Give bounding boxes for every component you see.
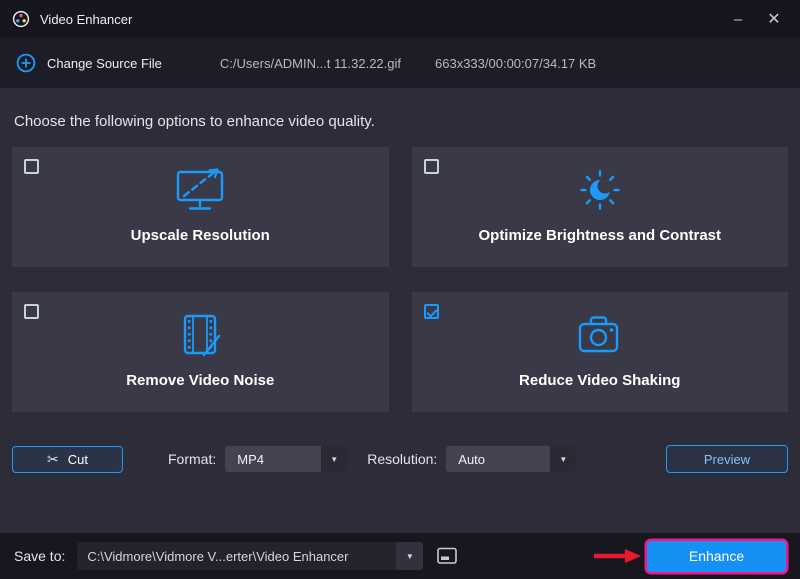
enhance-button[interactable]: Enhance — [647, 541, 786, 572]
video-enhancer-window: Video Enhancer – ✕ Change Source File C:… — [0, 0, 800, 579]
option-label: Optimize Brightness and Contrast — [478, 227, 721, 244]
cut-button[interactable]: ✂ Cut — [12, 446, 123, 473]
main-panel: Choose the following options to enhance … — [0, 88, 800, 533]
resolution-label: Resolution: — [367, 451, 437, 467]
save-to-label: Save to: — [14, 548, 65, 564]
titlebar: Video Enhancer – ✕ — [0, 0, 800, 38]
optimize-brightness-checkbox[interactable] — [424, 159, 439, 174]
save-path-value: C:\Vidmore\Vidmore V...erter\Video Enhan… — [77, 549, 396, 564]
source-bar: Change Source File C:/Users/ADMIN...t 11… — [0, 38, 800, 88]
change-source-file-button[interactable]: Change Source File — [16, 53, 162, 73]
remove-noise-checkbox[interactable] — [24, 304, 39, 319]
option-card-optimize-brightness[interactable]: Optimize Brightness and Contrast — [412, 147, 789, 267]
options-grid: Upscale Resolution — [12, 147, 788, 412]
upscale-monitor-icon — [171, 161, 229, 219]
option-card-upscale-resolution[interactable]: Upscale Resolution — [12, 147, 389, 267]
format-label: Format: — [168, 451, 216, 467]
controls-row: ✂ Cut Format: MP4 ▼ Resolution: Auto ▼ P… — [12, 445, 788, 473]
annotation-red-arrow — [592, 547, 642, 565]
format-dropdown[interactable]: MP4 ▼ — [225, 446, 347, 472]
minimize-button[interactable]: – — [720, 5, 756, 33]
app-reel-icon — [12, 10, 30, 28]
chevron-down-icon: ▼ — [396, 542, 423, 570]
preview-button[interactable]: Preview — [666, 445, 788, 473]
browse-folder-icon — [436, 546, 458, 566]
chevron-down-icon: ▼ — [321, 446, 347, 472]
option-label: Remove Video Noise — [126, 372, 274, 389]
save-path-dropdown[interactable]: C:\Vidmore\Vidmore V...erter\Video Enhan… — [77, 542, 423, 570]
option-card-reduce-shaking[interactable]: Reduce Video Shaking — [412, 292, 789, 412]
format-value: MP4 — [225, 452, 321, 467]
footer-bar: Save to: C:\Vidmore\Vidmore V...erter\Vi… — [0, 533, 800, 579]
window-title: Video Enhancer — [40, 12, 132, 27]
change-source-label: Change Source File — [47, 56, 162, 71]
chevron-down-icon: ▼ — [550, 446, 576, 472]
option-label: Reduce Video Shaking — [519, 372, 680, 389]
option-card-remove-noise[interactable]: Remove Video Noise — [12, 292, 389, 412]
reduce-shaking-checkbox[interactable] — [424, 304, 439, 319]
resolution-dropdown[interactable]: Auto ▼ — [446, 446, 576, 472]
option-label: Upscale Resolution — [131, 227, 270, 244]
resolution-value: Auto — [446, 452, 550, 467]
camera-stabilize-icon — [571, 306, 629, 364]
scissors-icon: ✂ — [47, 451, 59, 468]
upscale-resolution-checkbox[interactable] — [24, 159, 39, 174]
page-title: Choose the following options to enhance … — [14, 113, 786, 130]
add-circle-icon — [16, 53, 36, 73]
open-output-folder-button[interactable] — [431, 542, 463, 570]
film-noise-icon — [171, 306, 229, 364]
close-button[interactable]: ✕ — [756, 5, 792, 33]
source-file-info: 663x333/00:00:07/34.17 KB — [435, 56, 596, 71]
cut-label: Cut — [68, 452, 88, 467]
brightness-contrast-icon — [571, 161, 629, 219]
source-file-path: C:/Users/ADMIN...t 11.32.22.gif — [220, 56, 401, 71]
